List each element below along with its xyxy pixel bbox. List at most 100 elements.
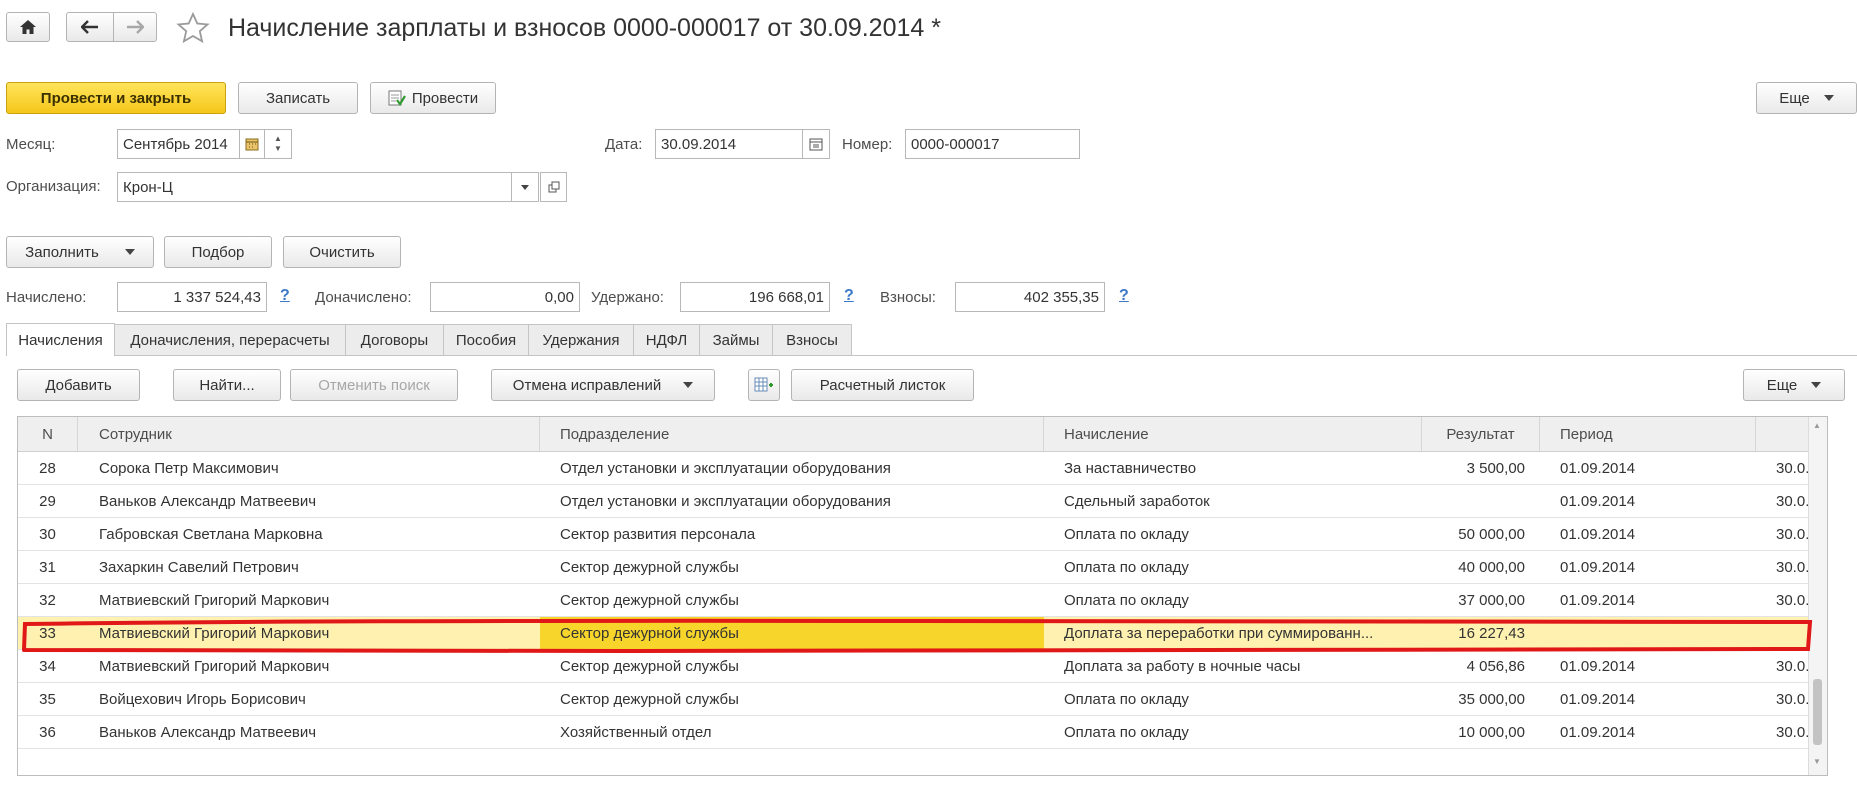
tab-contracts[interactable]: Договоры xyxy=(345,324,444,355)
cell-period[interactable]: 01.09.2014 xyxy=(1540,452,1756,484)
cell-result[interactable] xyxy=(1422,485,1540,517)
cell-employee[interactable]: Сорока Петр Максимович xyxy=(78,452,540,484)
cell-period[interactable]: 01.09.2014 xyxy=(1540,683,1756,715)
org-dropdown-button[interactable] xyxy=(511,172,539,202)
cell-period[interactable]: 01.09.2014 xyxy=(1540,518,1756,550)
column-header-employee[interactable]: Сотрудник xyxy=(78,417,540,451)
cell-period[interactable]: 01.09.2014 xyxy=(1540,485,1756,517)
add-row-button[interactable]: Добавить xyxy=(17,369,140,401)
cell-result[interactable]: 10 000,00 xyxy=(1422,716,1540,748)
column-header-period[interactable]: Период xyxy=(1540,417,1756,451)
cell-employee[interactable]: Габровская Светлана Марковна xyxy=(78,518,540,550)
more-button[interactable]: Еще xyxy=(1756,82,1857,114)
cell-employee[interactable]: Войцехович Игорь Борисович xyxy=(78,683,540,715)
contributions-help-icon[interactable]: ? xyxy=(1119,287,1129,305)
table-row[interactable]: 28 Сорока Петр Максимович Отдел установки … xyxy=(18,452,1827,485)
table-row[interactable]: 30 Габровская Светлана Марковна Сектор раз… xyxy=(18,518,1827,551)
month-stepper[interactable]: ▲ ▼ xyxy=(264,129,292,159)
month-calendar-button[interactable] xyxy=(239,129,265,159)
table-row[interactable]: 29 Ваньков Александр Матвеевич Отдел устан… xyxy=(18,485,1827,518)
number-field[interactable]: 0000-000017 xyxy=(905,129,1080,159)
cell-department[interactable]: Хозяйственный отдел xyxy=(540,716,1044,748)
cell-department[interactable]: Отдел установки и эксплуатации оборудова… xyxy=(540,485,1044,517)
cancel-search-button[interactable]: Отменить поиск xyxy=(290,369,458,401)
table-row[interactable]: 35 Войцехович Игорь Борисович Сектор дежур… xyxy=(18,683,1827,716)
accruals-table[interactable]: N Сотрудник Подразделение Начисление Рез… xyxy=(17,416,1828,776)
payslip-button[interactable]: Расчетный листок xyxy=(791,369,974,401)
table-row[interactable]: 32 Матвиевский Григорий Маркович Сектор де… xyxy=(18,584,1827,617)
tab-additional-accruals[interactable]: Доначисления, перерасчеты xyxy=(114,324,346,355)
cell-department[interactable]: Сектор дежурной службы xyxy=(540,683,1044,715)
step-down-icon[interactable]: ▼ xyxy=(274,144,282,154)
cell-n[interactable]: 28 xyxy=(18,452,78,484)
org-open-button[interactable] xyxy=(540,172,567,202)
find-button[interactable]: Найти... xyxy=(173,369,281,401)
cell-n[interactable]: 36 xyxy=(18,716,78,748)
home-button[interactable] xyxy=(6,12,50,42)
cell-accrual[interactable]: Оплата по окладу xyxy=(1044,683,1422,715)
forward-button[interactable] xyxy=(113,12,157,42)
clear-button[interactable]: Очистить xyxy=(283,236,401,268)
tab-loans[interactable]: Займы xyxy=(699,324,773,355)
step-up-icon[interactable]: ▲ xyxy=(274,134,282,144)
cell-result[interactable]: 37 000,00 xyxy=(1422,584,1540,616)
cell-n[interactable]: 32 xyxy=(18,584,78,616)
table-settings-button[interactable] xyxy=(748,369,780,401)
cell-period[interactable]: 01.09.2014 xyxy=(1540,584,1756,616)
cell-employee[interactable]: Ваньков Александр Матвеевич xyxy=(78,716,540,748)
table-scrollbar[interactable]: ▲ ▼ xyxy=(1808,417,1827,775)
cell-result[interactable]: 35 000,00 xyxy=(1422,683,1540,715)
cell-department[interactable]: Сектор развития персонала xyxy=(540,518,1044,550)
tab-contributions[interactable]: Взносы xyxy=(772,324,852,355)
column-header-n[interactable]: N xyxy=(18,417,78,451)
cell-department[interactable]: Сектор дежурной службы xyxy=(540,551,1044,583)
back-button[interactable] xyxy=(66,12,114,42)
accrued-help-icon[interactable]: ? xyxy=(280,287,290,305)
tab-accruals[interactable]: Начисления xyxy=(6,323,115,356)
column-header-department[interactable]: Подразделение xyxy=(540,417,1044,451)
grid-more-button[interactable]: Еще xyxy=(1743,369,1845,401)
cell-accrual[interactable]: Сдельный заработок xyxy=(1044,485,1422,517)
cell-n[interactable]: 30 xyxy=(18,518,78,550)
favorite-star-icon[interactable] xyxy=(176,11,210,48)
cell-employee[interactable]: Захаркин Савелий Петрович xyxy=(78,551,540,583)
cell-result[interactable]: 3 500,00 xyxy=(1422,452,1540,484)
cell-period[interactable]: 01.09.2014 xyxy=(1540,551,1756,583)
cell-accrual[interactable]: Оплата по окладу xyxy=(1044,551,1422,583)
cell-result[interactable]: 50 000,00 xyxy=(1422,518,1540,550)
table-row[interactable]: 31 Захаркин Савелий Петрович Сектор дежурн… xyxy=(18,551,1827,584)
post-and-close-button[interactable]: Провести и закрыть xyxy=(6,82,226,114)
cell-period[interactable]: 01.09.2014 xyxy=(1540,716,1756,748)
org-field[interactable]: Крон-Ц xyxy=(117,172,512,202)
fill-button[interactable]: Заполнить xyxy=(6,236,154,268)
cell-n[interactable]: 31 xyxy=(18,551,78,583)
cell-n[interactable]: 35 xyxy=(18,683,78,715)
save-button[interactable]: Записать xyxy=(238,82,358,114)
cell-accrual[interactable]: Оплата по окладу xyxy=(1044,716,1422,748)
cell-n[interactable]: 29 xyxy=(18,485,78,517)
cell-accrual[interactable]: За наставничество xyxy=(1044,452,1422,484)
table-row[interactable]: 36 Ваньков Александр Матвеевич Хозяйственн… xyxy=(18,716,1827,749)
tab-benefits[interactable]: Пособия xyxy=(443,324,529,355)
tab-deductions[interactable]: Удержания xyxy=(528,324,634,355)
cell-department[interactable]: Сектор дежурной службы xyxy=(540,584,1044,616)
cell-accrual[interactable]: Оплата по окладу xyxy=(1044,584,1422,616)
scrollbar-thumb[interactable] xyxy=(1813,679,1822,745)
cell-department[interactable]: Отдел установки и эксплуатации оборудова… xyxy=(540,452,1044,484)
cell-accrual[interactable]: Оплата по окладу xyxy=(1044,518,1422,550)
cell-employee[interactable]: Ваньков Александр Матвеевич xyxy=(78,485,540,517)
scroll-down-icon[interactable]: ▼ xyxy=(1813,757,1821,766)
scroll-up-icon[interactable]: ▲ xyxy=(1813,421,1821,430)
cancel-corrections-button[interactable]: Отмена исправлений xyxy=(491,369,715,401)
cell-employee[interactable]: Матвиевский Григорий Маркович xyxy=(78,584,540,616)
post-button[interactable]: Провести xyxy=(370,82,496,114)
date-field[interactable]: 30.09.2014 xyxy=(655,129,803,159)
month-field[interactable]: Сентябрь 2014 xyxy=(117,129,240,159)
date-calendar-button[interactable] xyxy=(802,129,830,159)
withheld-help-icon[interactable]: ? xyxy=(844,287,854,305)
column-header-accrual[interactable]: Начисление xyxy=(1044,417,1422,451)
cell-result[interactable]: 40 000,00 xyxy=(1422,551,1540,583)
tab-ndfl[interactable]: НДФЛ xyxy=(633,324,700,355)
pick-button[interactable]: Подбор xyxy=(164,236,272,268)
column-header-result[interactable]: Результат xyxy=(1422,417,1540,451)
